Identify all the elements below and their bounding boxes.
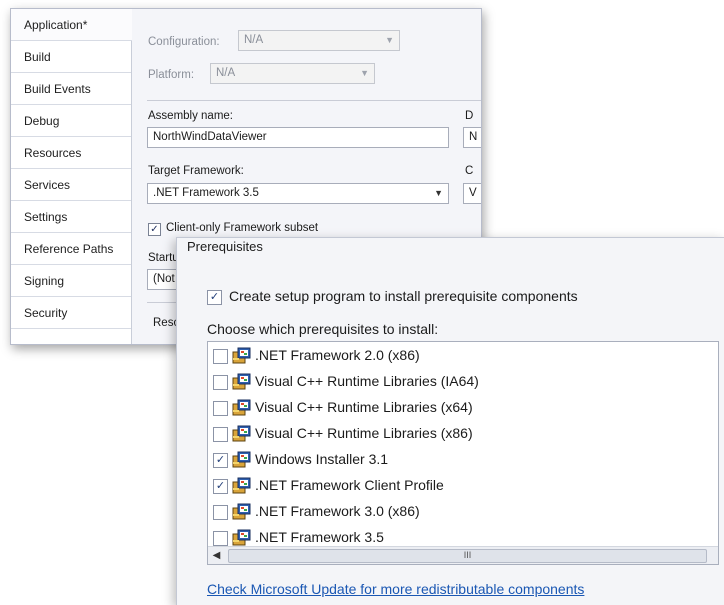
output-type-label: C: [465, 165, 474, 177]
assembly-name-input[interactable]: NorthWindDataViewer: [147, 127, 449, 148]
prerequisites-dialog: Prerequisites ✓ Create setup program to …: [176, 237, 724, 605]
prerequisite-label: .NET Framework 3.5: [255, 529, 384, 545]
list-item[interactable]: ✓ .NET Framework Client Profile: [208, 474, 718, 498]
create-setup-checkbox[interactable]: ✓: [207, 290, 222, 305]
package-icon: [232, 503, 251, 520]
tab-services[interactable]: Services: [11, 169, 131, 201]
package-icon: [232, 373, 251, 390]
chevron-down-icon: ▼: [360, 68, 369, 78]
microsoft-update-link[interactable]: Check Microsoft Update for more redistri…: [207, 581, 584, 597]
platform-label: Platform:: [148, 69, 195, 81]
chevron-down-icon: ▼: [434, 188, 443, 198]
tab-security[interactable]: Security: [11, 297, 131, 329]
prerequisite-checkbox[interactable]: [213, 401, 228, 416]
divider: [147, 100, 481, 101]
default-namespace-input[interactable]: N: [463, 127, 481, 148]
prerequisite-checkbox[interactable]: [213, 349, 228, 364]
choose-prerequisites-label: Choose which prerequisites to install:: [207, 321, 439, 337]
prerequisite-label: Visual C++ Runtime Libraries (x86): [255, 425, 473, 441]
prerequisite-label: Windows Installer 3.1: [255, 451, 389, 467]
list-item[interactable]: Visual C++ Runtime Libraries (IA64): [208, 370, 718, 394]
package-icon: [232, 347, 251, 364]
chevron-down-icon: ▼: [385, 35, 394, 45]
tab-build[interactable]: Build: [11, 41, 131, 73]
prerequisite-checkbox[interactable]: [213, 505, 228, 520]
tab-application[interactable]: Application*: [11, 9, 132, 41]
list-item[interactable]: .NET Framework 2.0 (x86): [208, 344, 718, 368]
client-only-label: Client-only Framework subset: [166, 222, 319, 234]
target-framework-value: .NET Framework 3.5: [153, 187, 259, 199]
prerequisite-label: Visual C++ Runtime Libraries (x64): [255, 399, 473, 415]
scroll-left-icon[interactable]: ◀: [208, 547, 225, 564]
platform-value: N/A: [216, 67, 236, 79]
tab-signing[interactable]: Signing: [11, 265, 131, 297]
package-icon: [232, 399, 251, 416]
tab-reference-paths[interactable]: Reference Paths: [11, 233, 131, 265]
list-item[interactable]: Visual C++ Runtime Libraries (x64): [208, 396, 718, 420]
prerequisite-checkbox[interactable]: [213, 427, 228, 442]
prerequisite-label: .NET Framework Client Profile: [255, 477, 444, 493]
prerequisite-checkbox[interactable]: [213, 375, 228, 390]
tab-resources[interactable]: Resources: [11, 137, 131, 169]
package-icon: [232, 477, 251, 494]
tab-settings[interactable]: Settings: [11, 201, 131, 233]
prerequisite-label: .NET Framework 3.0 (x86): [255, 503, 420, 519]
target-framework-label: Target Framework:: [148, 165, 244, 177]
tab-build-events[interactable]: Build Events: [11, 73, 131, 105]
horizontal-scrollbar[interactable]: ◀ III: [208, 546, 718, 564]
tab-debug[interactable]: Debug: [11, 105, 131, 137]
list-item[interactable]: Visual C++ Runtime Libraries (x86): [208, 422, 718, 446]
configuration-dropdown[interactable]: N/A ▼: [238, 30, 400, 51]
create-setup-label: Create setup program to install prerequi…: [229, 288, 578, 304]
output-type-dropdown[interactable]: V: [463, 183, 481, 204]
prerequisite-checkbox[interactable]: ✓: [213, 453, 228, 468]
list-item[interactable]: .NET Framework 3.0 (x86): [208, 500, 718, 524]
list-item[interactable]: ✓ Windows Installer 3.1: [208, 448, 718, 472]
package-icon: [232, 425, 251, 442]
dialog-title: Prerequisites: [187, 239, 263, 254]
target-framework-dropdown[interactable]: .NET Framework 3.5 ▼: [147, 183, 449, 204]
scrollbar-thumb[interactable]: III: [228, 549, 707, 563]
prerequisite-label: .NET Framework 2.0 (x86): [255, 347, 420, 363]
package-icon: [232, 451, 251, 468]
platform-dropdown[interactable]: N/A ▼: [210, 63, 375, 84]
configuration-value: N/A: [244, 34, 264, 46]
prerequisites-list[interactable]: .NET Framework 2.0 (x86) Visual C++ Runti…: [207, 341, 719, 565]
default-namespace-label: D: [465, 110, 474, 122]
client-only-checkbox[interactable]: ✓: [148, 223, 161, 236]
configuration-label: Configuration:: [148, 36, 220, 48]
package-icon: [232, 529, 251, 546]
prerequisite-checkbox[interactable]: [213, 531, 228, 546]
properties-tab-list: Application* Build Build Events Debug Re…: [11, 9, 132, 344]
prerequisite-checkbox[interactable]: ✓: [213, 479, 228, 494]
prerequisite-label: Visual C++ Runtime Libraries (IA64): [255, 373, 479, 389]
assembly-name-label: Assembly name:: [148, 110, 234, 122]
